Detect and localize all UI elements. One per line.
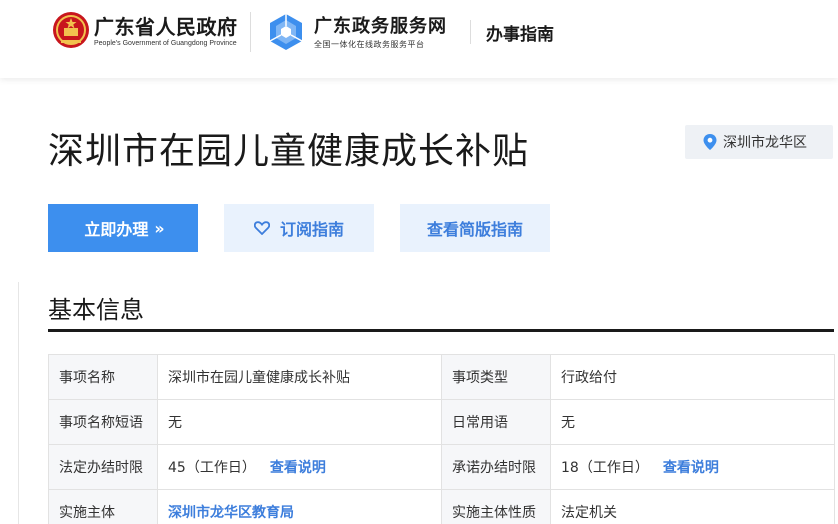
national-emblem-icon: [53, 12, 89, 48]
location-label: 深圳市龙华区: [723, 135, 807, 151]
section-heading: 基本信息: [48, 296, 144, 324]
table-label: 实施主体: [48, 489, 158, 524]
promised-time-limit: 18（工作日）: [561, 460, 649, 476]
table-label: 承诺办结时限: [441, 444, 551, 490]
view-explanation-link[interactable]: 查看说明: [663, 460, 719, 476]
gov-name-en: People's Government of Guangdong Provinc…: [94, 40, 237, 47]
view-simple-guide-label: 查看简版指南: [426, 220, 523, 239]
apply-now-button[interactable]: 立即办理 ››: [48, 204, 198, 252]
basic-info-table: 事项名称 深圳市在园儿童健康成长补贴 事项类型 行政给付 事项名称短语 无 日常…: [48, 354, 835, 524]
section-divider: [48, 329, 834, 332]
service-subtitle: 全国一体化在线政务服务平台: [314, 40, 425, 49]
table-value: 无: [550, 399, 835, 445]
header-divider: [250, 12, 251, 52]
table-label: 日常用语: [441, 399, 551, 445]
table-value: 法定机关: [550, 489, 835, 524]
gov-name[interactable]: 广东省人民政府: [94, 11, 238, 40]
table-label: 法定办结时限: [48, 444, 158, 490]
table-value: 深圳市在园儿童健康成长补贴: [157, 354, 442, 400]
map-pin-icon: [703, 134, 717, 150]
table-label: 实施主体性质: [441, 489, 551, 524]
table-value: 行政给付: [550, 354, 835, 400]
site-header: 广东省人民政府 People's Government of Guangdong…: [0, 0, 838, 78]
table-value: 无: [157, 399, 442, 445]
location-badge[interactable]: 深圳市龙华区: [685, 125, 833, 159]
view-explanation-link[interactable]: 查看说明: [270, 460, 326, 476]
view-simple-guide-button[interactable]: 查看简版指南: [400, 204, 550, 252]
heart-icon: [253, 221, 270, 235]
table-row: 事项名称短语 无 日常用语 无: [48, 399, 835, 445]
legal-time-limit: 45（工作日）: [168, 460, 256, 476]
subscribe-guide-button[interactable]: 订阅指南: [224, 204, 374, 252]
header-divider: [470, 20, 471, 44]
table-row: 法定办结时限 45（工作日） 查看说明 承诺办结时限 18（工作日） 查看说明: [48, 444, 835, 490]
service-name[interactable]: 广东政务服务网: [314, 12, 447, 38]
service-logo-icon: [269, 14, 303, 50]
section-label: 办事指南: [486, 25, 554, 45]
table-label: 事项名称: [48, 354, 158, 400]
table-row: 实施主体 深圳市龙华区教育局 实施主体性质 法定机关: [48, 489, 835, 524]
table-value-cell: 18（工作日） 查看说明: [550, 444, 835, 490]
apply-now-label: 立即办理: [84, 220, 149, 239]
double-chevron-right-icon: ››: [154, 218, 164, 238]
page-title: 深圳市在园儿童健康成长补贴: [48, 131, 530, 172]
subscribe-guide-label: 订阅指南: [279, 220, 344, 239]
side-timeline-line: [18, 282, 19, 524]
table-label: 事项类型: [441, 354, 551, 400]
table-row: 事项名称 深圳市在园儿童健康成长补贴 事项类型 行政给付: [48, 354, 835, 400]
implementing-agency-link[interactable]: 深圳市龙华区教育局: [168, 505, 294, 521]
table-value-cell: 45（工作日） 查看说明: [157, 444, 442, 490]
table-label: 事项名称短语: [48, 399, 158, 445]
table-value-cell: 深圳市龙华区教育局: [157, 489, 442, 524]
